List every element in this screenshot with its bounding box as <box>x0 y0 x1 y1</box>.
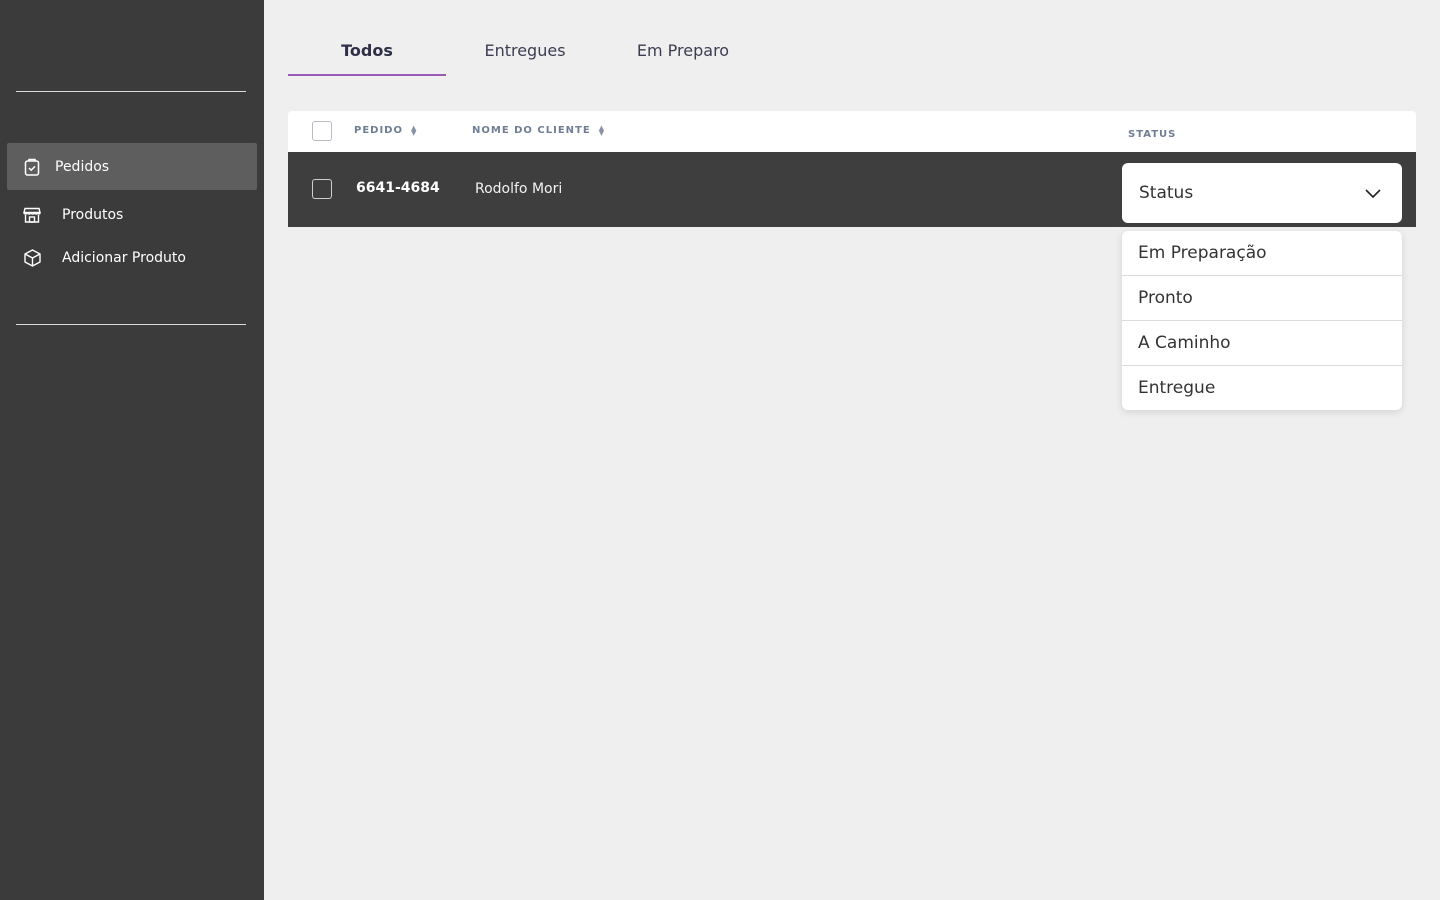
status-option-a-caminho[interactable]: A Caminho <box>1122 321 1402 366</box>
status-option-pronto[interactable]: Pronto <box>1122 276 1402 321</box>
status-option-entregue[interactable]: Entregue <box>1122 366 1402 410</box>
table-header: PEDIDO ▲ ▼ NOME DO CLIENTE ▲ ▼ STATUS <box>288 111 1416 152</box>
status-dropdown-menu: Em Preparação Pronto A Caminho Entregue <box>1122 231 1402 410</box>
sidebar-item-label: Adicionar Produto <box>62 249 186 266</box>
column-header-pedido[interactable]: PEDIDO ▲ ▼ <box>354 124 417 136</box>
tab-entregues[interactable]: Entregues <box>446 28 604 76</box>
status-option-em-preparacao[interactable]: Em Preparação <box>1122 231 1402 276</box>
clipboard-check-icon <box>23 158 41 176</box>
column-header-status: STATUS <box>1128 129 1177 140</box>
sidebar-divider-top <box>16 91 246 92</box>
sidebar-item-adicionar-produto[interactable]: Adicionar Produto <box>7 234 257 281</box>
sidebar: Pedidos Produtos Adicionar Produto <box>0 0 264 900</box>
sidebar-divider-bottom <box>16 324 246 325</box>
column-header-cliente[interactable]: NOME DO CLIENTE ▲ ▼ <box>472 124 605 136</box>
sidebar-item-produtos[interactable]: Produtos <box>7 191 257 238</box>
sidebar-item-label: Produtos <box>62 206 124 223</box>
order-number: 6641-4684 <box>356 180 440 196</box>
select-all-checkbox[interactable] <box>312 121 332 141</box>
sidebar-item-label: Pedidos <box>55 158 110 175</box>
tab-em-preparo[interactable]: Em Preparo <box>604 28 762 76</box>
status-select[interactable]: Status <box>1122 163 1402 223</box>
status-select-value: Status <box>1139 183 1194 203</box>
tab-todos[interactable]: Todos <box>288 28 446 76</box>
chevron-down-icon <box>1364 185 1382 199</box>
sort-icon[interactable]: ▲ ▼ <box>599 124 605 136</box>
store-icon <box>23 206 41 224</box>
sidebar-item-pedidos[interactable]: Pedidos <box>7 143 257 190</box>
order-tabs: Todos Entregues Em Preparo <box>288 28 762 76</box>
box-icon <box>23 248 41 267</box>
customer-name: Rodolfo Mori <box>475 181 563 197</box>
sort-icon[interactable]: ▲ ▼ <box>411 124 417 136</box>
row-checkbox[interactable] <box>312 179 332 199</box>
